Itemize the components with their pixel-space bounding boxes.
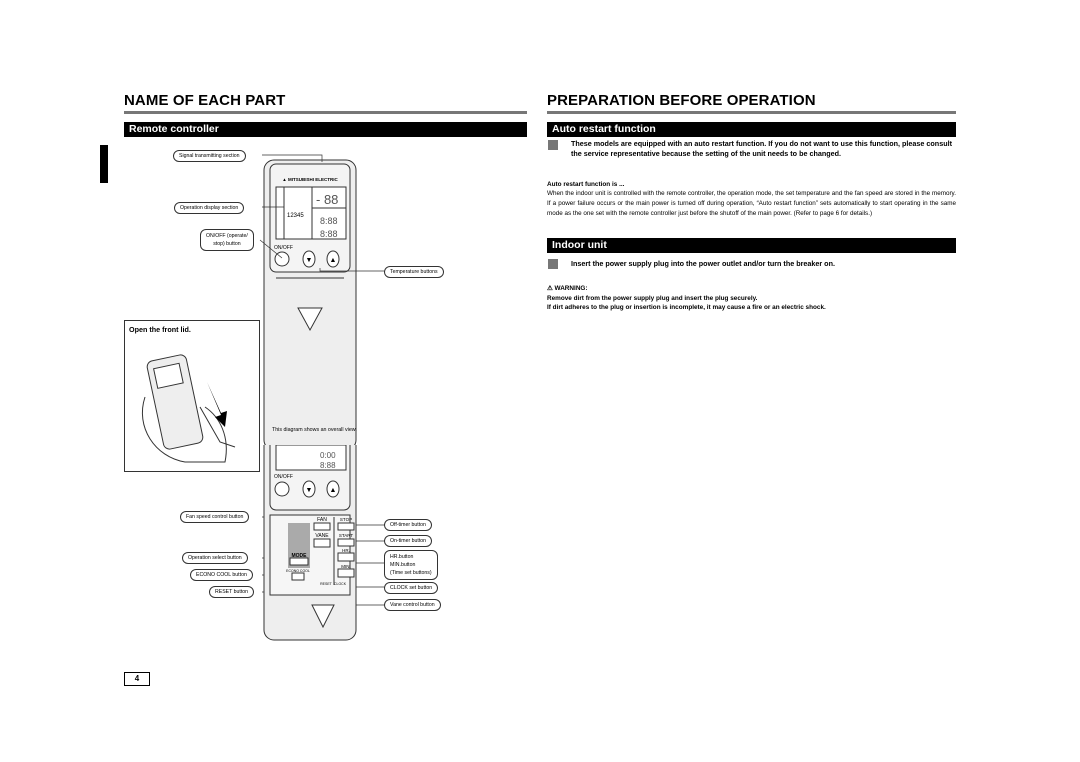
open-lid-illustration: Open the front lid.	[124, 320, 260, 472]
arrow-down-icon	[207, 382, 227, 427]
brand-logo: ▲ MITSUBISHI ELECTRIC	[282, 177, 338, 182]
page-title-left: NAME OF EACH PART	[124, 92, 286, 109]
chapter-tab	[100, 145, 108, 183]
label-reset: RESET button	[209, 586, 255, 598]
hr-button[interactable]	[337, 552, 355, 562]
svg-text:▲: ▲	[330, 487, 337, 494]
svg-text:- 88: - 88	[316, 192, 338, 207]
remote-controller-illustration: ▲ MITSUBISHI ELECTRIC - 88 12345 8:88 8:8…	[263, 159, 357, 446]
label-vane: Vane control button	[384, 599, 441, 611]
svg-text:8:88: 8:88	[320, 216, 338, 226]
label-clock: CLOCK set button	[384, 582, 439, 594]
svg-text:ON/OFF: ON/OFF	[274, 474, 293, 480]
title-rule-right	[547, 111, 956, 114]
svg-text:VANE: VANE	[315, 533, 329, 539]
warning-line-2: If dirt adheres to the plug or insertion…	[547, 304, 826, 311]
section-indoor-unit: Indoor unit	[547, 238, 956, 253]
on-timer-button[interactable]	[337, 538, 355, 547]
svg-text:8:88: 8:88	[320, 229, 338, 239]
lid-caption: Open the front lid.	[129, 325, 191, 334]
overall-note: This diagram shows an overall view.	[272, 427, 357, 433]
mode-button[interactable]	[289, 557, 309, 566]
econo-cool-button[interactable]	[291, 572, 305, 581]
remote-open-illustration: 0:008:88 ON/OFF ▼ ▲ MODE ECONO COOL FAN V…	[263, 445, 357, 641]
svg-text:ON/OFF: ON/OFF	[274, 245, 293, 251]
warning-heading: ⚠ WARNING:	[547, 284, 588, 294]
page-title-right: PREPARATION BEFORE OPERATION	[547, 92, 816, 109]
page-number: 4	[124, 672, 150, 686]
label-econo: ECONO COOL button	[190, 569, 253, 581]
min-button[interactable]	[337, 568, 355, 578]
svg-text:ECONO COOL: ECONO COOL	[286, 569, 310, 573]
svg-text:12345: 12345	[287, 213, 304, 219]
svg-text:▲: ▲	[330, 257, 337, 264]
manual-page: NAME OF EACH PART Remote controller ▲ MI…	[0, 0, 1080, 762]
label-off-timer: Off-timer button	[384, 519, 432, 531]
svg-text:START: START	[339, 533, 354, 538]
label-onoff-1: ON/OFF (operate/	[206, 233, 248, 239]
label-time-set: HR.button MIN.button (Time set buttons)	[384, 550, 438, 580]
label-mode: Operation select button	[182, 552, 248, 564]
svg-text:MIN.: MIN.	[341, 564, 351, 569]
indoor-note: Insert the power supply plug into the po…	[571, 259, 835, 268]
label-hr: HR.button	[390, 554, 414, 560]
svg-text:STOP: STOP	[340, 517, 352, 522]
svg-text:▼: ▼	[306, 487, 313, 494]
bullet-square	[548, 259, 558, 269]
svg-text:CLOCK: CLOCK	[334, 582, 347, 586]
label-signal: Signal transmitting section	[173, 150, 246, 162]
auto-restart-note: These models are equipped with an auto r…	[571, 139, 952, 158]
svg-text:RESET: RESET	[320, 582, 333, 586]
auto-restart-body: When the indoor unit is controlled with …	[547, 190, 956, 218]
bullet-square	[548, 140, 558, 150]
onoff-button[interactable]	[274, 251, 290, 267]
vane-button[interactable]	[313, 538, 331, 548]
label-timeset: (Time set buttons)	[390, 570, 432, 576]
label-fan: Fan speed control button	[180, 511, 250, 523]
label-on-timer: On-timer button	[384, 535, 433, 547]
section-auto-restart: Auto restart function	[547, 122, 956, 137]
svg-text:8:88: 8:88	[320, 461, 336, 470]
svg-text:FAN: FAN	[317, 517, 327, 523]
svg-text:0:00: 0:00	[320, 451, 336, 460]
label-temperature: Temperature buttons	[384, 266, 444, 278]
off-timer-button[interactable]	[337, 522, 355, 531]
svg-text:HR.: HR.	[342, 548, 350, 553]
label-display: Operation display section	[174, 202, 245, 214]
label-onoff-2: stop) button	[213, 241, 241, 247]
fan-button[interactable]	[313, 522, 331, 531]
title-rule	[124, 111, 527, 114]
label-min: MIN.button	[390, 562, 416, 568]
warning-label: WARNING:	[554, 285, 588, 292]
warning-icon: ⚠	[547, 285, 555, 292]
svg-text:▼: ▼	[306, 257, 313, 264]
section-remote-controller: Remote controller	[124, 122, 527, 137]
label-onoff: ON/OFF (operate/stop) button	[200, 229, 254, 251]
